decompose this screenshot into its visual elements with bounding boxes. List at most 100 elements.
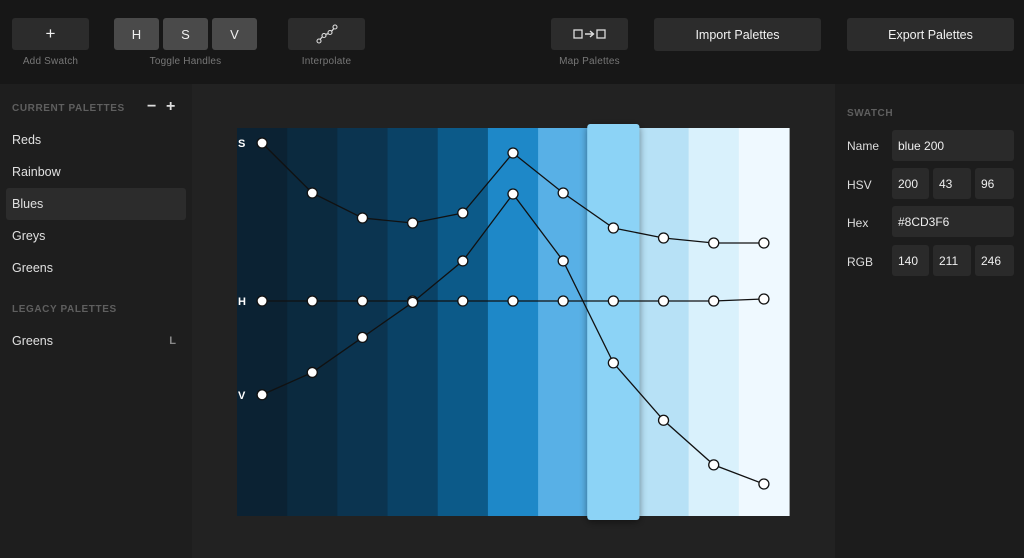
swatch-strip[interactable] <box>337 128 389 516</box>
palettes-sidebar: CURRENT PALETTES − + Reds Rainbow Blues … <box>0 84 192 558</box>
curve-s-handle[interactable] <box>507 147 519 159</box>
palette-item-label: Greys <box>12 229 46 243</box>
swatch-strip[interactable] <box>538 128 589 516</box>
hex-label: Hex <box>847 216 869 230</box>
current-palettes-heading: CURRENT PALETTES <box>12 103 125 114</box>
hsv-s-input[interactable]: 43 <box>933 168 971 199</box>
swatch-panel: SWATCH Name blue 200 HSV 200 43 96 Hex #… <box>835 84 1024 558</box>
curve-s-handle[interactable] <box>758 237 770 249</box>
map-palettes-group: Map Palettes <box>551 18 628 67</box>
palette-item-greens[interactable]: Greens <box>6 252 186 284</box>
legacy-palettes-heading: LEGACY PALETTES <box>12 304 117 315</box>
curve-h-handle[interactable] <box>607 295 620 307</box>
legacy-badge: L <box>169 335 176 347</box>
curve-h-handle[interactable] <box>657 295 670 307</box>
toggle-s-button[interactable]: S <box>163 18 208 50</box>
add-swatch-button[interactable]: + <box>12 18 89 50</box>
curve-h-handle[interactable] <box>758 293 770 305</box>
swatch-heading: SWATCH <box>847 108 894 119</box>
swatch-name-input[interactable]: blue 200 <box>892 130 1014 161</box>
interpolate-curve-icon <box>315 24 338 44</box>
hsv-v-input[interactable]: 96 <box>975 168 1014 199</box>
palette-item-greys[interactable]: Greys <box>6 220 186 252</box>
hsv-h-input[interactable]: 200 <box>892 168 929 199</box>
curve-v-label: V <box>238 390 246 402</box>
curve-s-handle[interactable] <box>708 237 720 249</box>
rgb-r-input[interactable]: 140 <box>892 245 929 276</box>
toggle-v-button[interactable]: V <box>212 18 257 50</box>
hsv-label: HSV <box>847 178 872 192</box>
curve-s-handle[interactable] <box>607 222 620 234</box>
palette-item-label: Rainbow <box>12 165 61 179</box>
rgb-g-input[interactable]: 211 <box>933 245 971 276</box>
swatch-strip[interactable] <box>237 128 288 516</box>
legacy-palette-item-greens[interactable]: Greens L <box>6 325 186 357</box>
curve-v-handle[interactable] <box>657 414 670 426</box>
curve-h-handle[interactable] <box>708 295 720 307</box>
curve-s-handle[interactable] <box>457 207 469 219</box>
map-palettes-button[interactable] <box>551 18 628 50</box>
import-palettes-button[interactable]: Import Palettes <box>654 18 821 51</box>
map-arrow-icon <box>572 29 606 39</box>
curve-s-handle[interactable] <box>557 187 569 199</box>
palette-item-reds[interactable]: Reds <box>6 124 186 156</box>
curve-v-handle[interactable] <box>557 255 569 267</box>
swatch-strip[interactable] <box>688 128 740 516</box>
interpolate-label: Interpolate <box>301 56 352 67</box>
curve-h-handle[interactable] <box>457 295 469 307</box>
curve-v-handle[interactable] <box>607 357 620 369</box>
curve-s-handle[interactable] <box>657 232 670 244</box>
palette-editor: S H V <box>192 84 835 558</box>
curve-h-label: H <box>238 296 246 308</box>
curve-s-handle[interactable] <box>256 137 268 149</box>
selected-swatch[interactable] <box>587 124 640 520</box>
curve-v-handle[interactable] <box>457 255 469 267</box>
curve-s-label: S <box>238 138 245 150</box>
toggle-handles-label: Toggle Handles <box>149 56 222 67</box>
remove-palette-button[interactable]: − <box>147 98 156 116</box>
curve-v-handle[interactable] <box>708 459 720 471</box>
curve-s-handle[interactable] <box>356 212 369 224</box>
name-label: Name <box>847 139 880 153</box>
palette-item-label: Reds <box>12 133 42 147</box>
toggle-handles-group: H S V Toggle Handles <box>114 18 257 67</box>
curve-s-handle[interactable] <box>406 217 419 229</box>
hex-input[interactable]: #8CD3F6 <box>892 206 1014 237</box>
palette-item-blues[interactable]: Blues <box>6 188 186 220</box>
swatch-strip[interactable] <box>638 128 690 516</box>
curve-s-handle[interactable] <box>306 187 318 199</box>
palette-item-label: Greens <box>12 261 53 275</box>
curve-v-handle[interactable] <box>406 296 419 309</box>
curve-v-handle[interactable] <box>758 478 770 490</box>
swatch-strip[interactable] <box>487 128 539 516</box>
curve-v-handle[interactable] <box>356 331 369 344</box>
map-palettes-label: Map Palettes <box>559 56 620 67</box>
curve-h-handle[interactable] <box>256 295 268 307</box>
rgb-b-input[interactable]: 246 <box>975 245 1014 276</box>
toolbar: + Add Swatch H S V Toggle Handles Interp… <box>0 0 1024 84</box>
palette-editor-canvas[interactable]: S H V <box>192 84 835 558</box>
curve-h-handle[interactable] <box>557 295 569 307</box>
palette-item-label: Blues <box>12 197 44 211</box>
curve-h-handle[interactable] <box>306 295 318 307</box>
swatch-strip[interactable] <box>387 128 439 516</box>
add-palette-button[interactable]: + <box>166 98 175 116</box>
interpolate-group: Interpolate <box>288 18 365 67</box>
curve-v-handle[interactable] <box>256 389 268 401</box>
palette-item-label: Greens <box>12 334 53 348</box>
curve-h-handle[interactable] <box>507 295 519 307</box>
curve-h-handle[interactable] <box>356 295 369 307</box>
toggle-h-button[interactable]: H <box>114 18 159 50</box>
interpolate-button[interactable] <box>288 18 365 50</box>
export-palettes-button[interactable]: Export Palettes <box>847 18 1014 51</box>
swatch-strip[interactable] <box>437 128 489 516</box>
palette-item-rainbow[interactable]: Rainbow <box>6 156 186 188</box>
curve-v-handle[interactable] <box>507 188 519 200</box>
curve-v-handle[interactable] <box>306 366 318 379</box>
add-swatch-group: + Add Swatch <box>12 18 89 67</box>
rgb-label: RGB <box>847 255 874 269</box>
add-swatch-label: Add Swatch <box>22 56 79 67</box>
swatch-strip[interactable] <box>287 128 338 516</box>
swatch-strip[interactable] <box>738 128 790 516</box>
plus-icon: + <box>45 24 56 43</box>
